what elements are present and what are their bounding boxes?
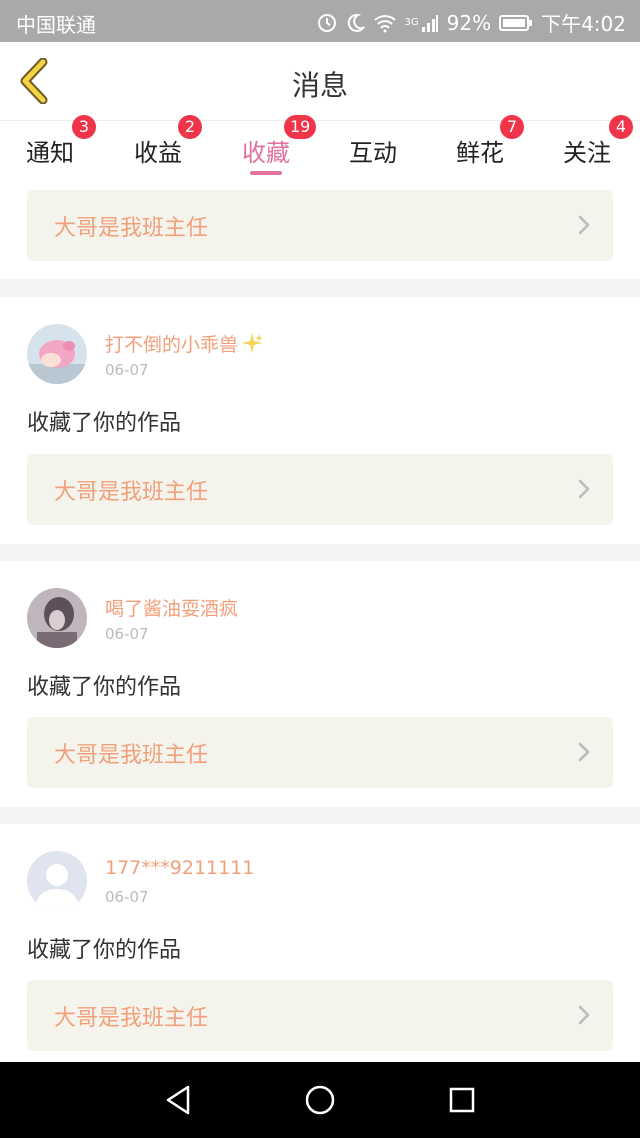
- tab-interactions[interactable]: 互动: [349, 121, 409, 181]
- default-person-avatar-icon: [27, 851, 87, 911]
- header: 消息: [0, 42, 640, 120]
- list-item: 喝了酱油耍酒疯 06-07 收藏了你的作品 大哥是我班主任: [0, 561, 640, 807]
- tab-notifications[interactable]: 通知 3: [26, 115, 96, 181]
- work-link[interactable]: 大哥是我班主任: [27, 980, 613, 1051]
- tab-bar: 通知 3 收益 2 收藏 19 互动 鲜花 7 关注 4: [0, 115, 640, 181]
- action-text: 收藏了你的作品: [27, 938, 182, 963]
- chevron-right-icon: [578, 479, 590, 499]
- status-icons: 3G 92% 下午4:02: [317, 8, 626, 37]
- clock: 下午4:02: [541, 12, 626, 36]
- unread-badge: 3: [72, 115, 96, 139]
- work-link[interactable]: 大哥是我班主任: [27, 717, 613, 788]
- square-recents-icon: [449, 1087, 475, 1113]
- tab-label: 收益: [134, 139, 182, 167]
- wifi-icon: [373, 14, 396, 32]
- active-tab-indicator: [250, 171, 282, 175]
- action-text: 收藏了你的作品: [27, 675, 182, 700]
- tab-earnings[interactable]: 收益 2: [134, 115, 202, 181]
- do-not-disturb-moon-icon: [347, 13, 365, 32]
- username[interactable]: 喝了酱油耍酒疯: [105, 594, 238, 621]
- triangle-back-icon: [166, 1085, 190, 1115]
- date: 06-07: [105, 361, 149, 379]
- action-text: 收藏了你的作品: [27, 411, 182, 436]
- work-link[interactable]: 大哥是我班主任: [27, 454, 613, 525]
- tab-label: 通知: [26, 139, 74, 167]
- recents-nav-button[interactable]: [442, 1080, 482, 1120]
- system-nav-bar: [0, 1062, 640, 1138]
- work-title: 大哥是我班主任: [54, 743, 209, 768]
- chevron-right-icon: [578, 1005, 590, 1025]
- username[interactable]: 177***9211111: [105, 857, 254, 879]
- network-type: 3G: [404, 17, 419, 28]
- chevron-right-icon: [578, 215, 590, 235]
- battery-percent: 92%: [446, 10, 492, 35]
- sparkle-icon: [242, 333, 264, 353]
- unread-badge: 7: [500, 115, 524, 139]
- message-list[interactable]: 大哥是我班主任 打不倒的小乖兽 06-07 收藏了你的作品 大哥是我班主任 喝了…: [0, 180, 640, 1062]
- work-title: 大哥是我班主任: [54, 1006, 209, 1031]
- date: 06-07: [105, 625, 149, 643]
- work-title: 大哥是我班主任: [54, 216, 209, 241]
- unread-badge: 2: [178, 115, 202, 139]
- tab-label: 收藏: [242, 139, 290, 167]
- tab-label: 关注: [563, 139, 611, 167]
- work-link[interactable]: 大哥是我班主任: [27, 190, 613, 261]
- alarm-icon: [317, 13, 336, 32]
- back-nav-button[interactable]: [158, 1080, 198, 1120]
- anime-girl-avatar-icon: [27, 324, 87, 384]
- status-bar: 中国联通 3G 92% 下午4:02: [0, 0, 640, 42]
- unread-badge: 4: [609, 115, 633, 139]
- username[interactable]: 打不倒的小乖兽: [105, 330, 264, 357]
- photo-avatar-icon: [27, 588, 87, 648]
- tab-label: 互动: [349, 139, 397, 167]
- tab-label: 鲜花: [456, 139, 504, 167]
- chevron-right-icon: [578, 742, 590, 762]
- tab-favorites[interactable]: 收藏 19: [242, 115, 317, 181]
- carrier-name: 中国联通: [16, 13, 96, 37]
- work-title: 大哥是我班主任: [54, 480, 209, 505]
- list-item: 177***9211111 06-07 收藏了你的作品 大哥是我班主任: [0, 824, 640, 1062]
- battery-icon: [499, 14, 533, 31]
- signal-icon: [421, 14, 438, 32]
- avatar[interactable]: [27, 588, 87, 648]
- list-item: 打不倒的小乖兽 06-07 收藏了你的作品 大哥是我班主任: [0, 297, 640, 544]
- avatar[interactable]: [27, 324, 87, 384]
- tab-flowers[interactable]: 鲜花 7: [456, 115, 524, 181]
- tab-following[interactable]: 关注 4: [563, 115, 640, 181]
- avatar[interactable]: [27, 851, 87, 911]
- unread-badge: 19: [284, 115, 317, 139]
- list-item: 大哥是我班主任: [0, 180, 640, 279]
- page-title: 消息: [291, 69, 348, 102]
- home-nav-button[interactable]: [300, 1080, 340, 1120]
- circle-home-icon: [305, 1085, 335, 1115]
- date: 06-07: [105, 888, 149, 906]
